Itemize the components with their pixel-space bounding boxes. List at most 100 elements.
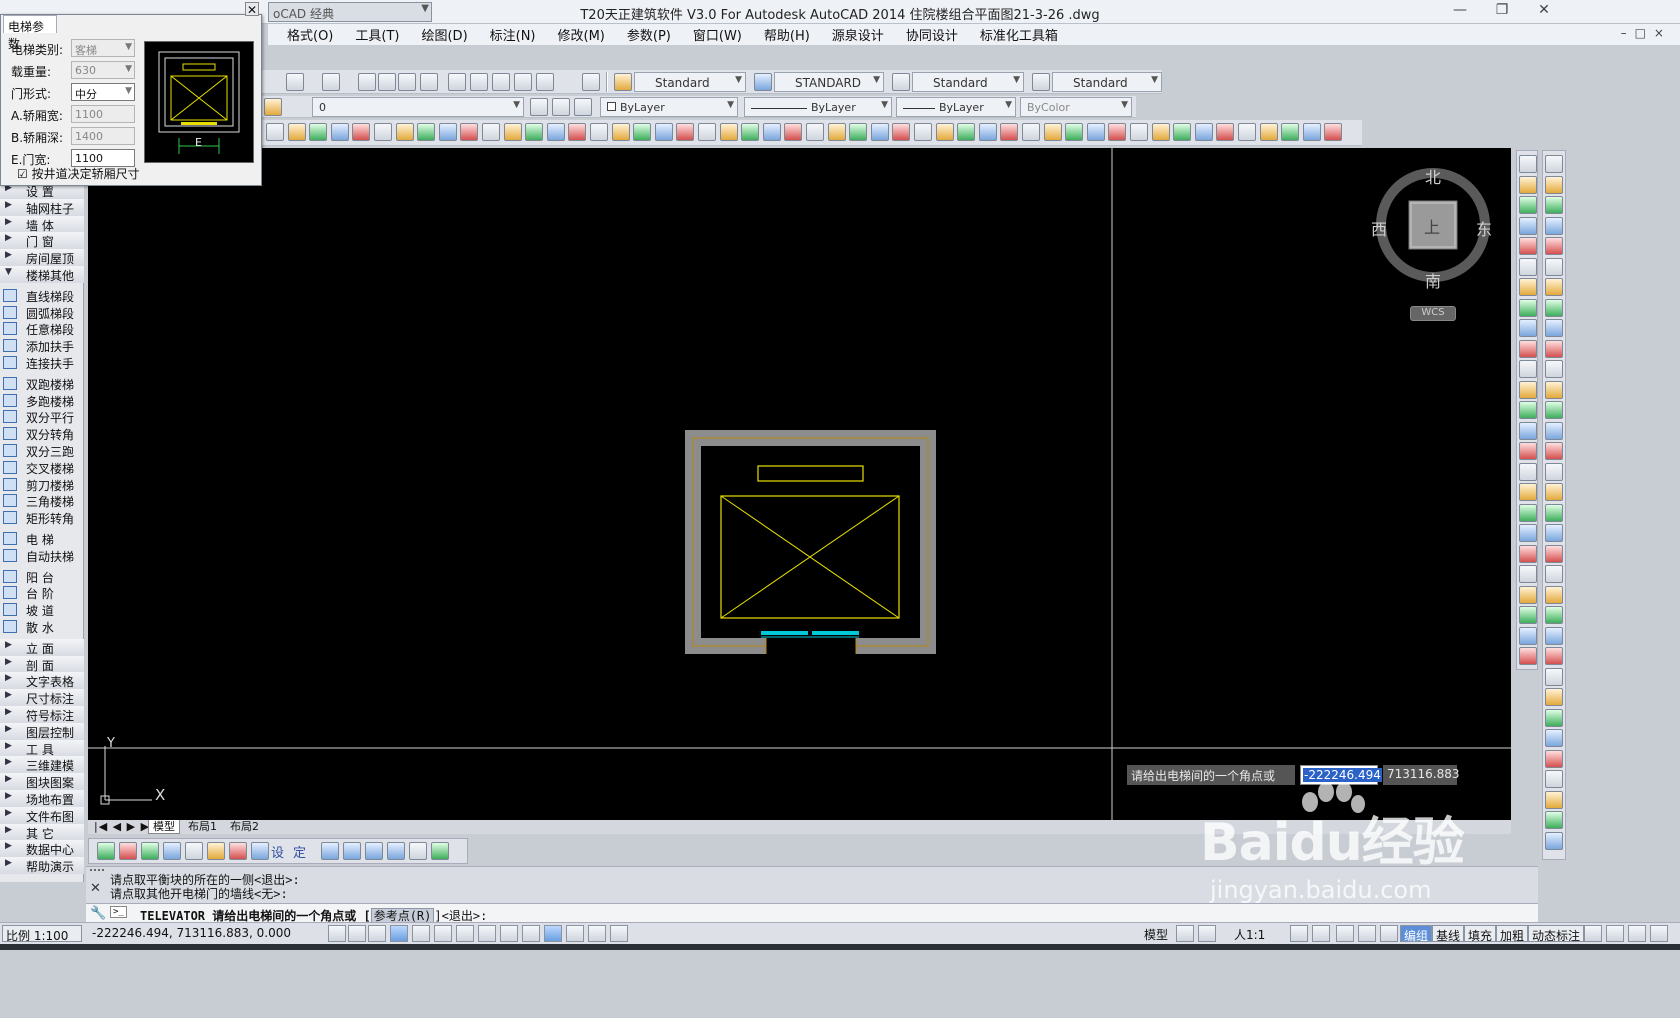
tool-item[interactable]: 圆弧梯段: [0, 304, 84, 321]
quick-properties-toggle[interactable]: [588, 925, 606, 942]
tool-icon[interactable]: [207, 842, 225, 860]
fill-toggle[interactable]: 填充: [1464, 925, 1497, 943]
menu-item[interactable]: 参数(P): [616, 25, 682, 44]
tool-icon[interactable]: [1519, 565, 1537, 583]
plotstyle-select[interactable]: ByColor ▼: [1020, 97, 1132, 117]
tool-icon[interactable]: [1545, 278, 1563, 296]
tool-icon[interactable]: [1545, 729, 1563, 747]
minimize-button[interactable]: —: [1440, 2, 1480, 22]
lightbulb-icon[interactable]: [1628, 925, 1646, 942]
tool-icon[interactable]: [1545, 626, 1563, 645]
tool-icon[interactable]: [1545, 811, 1563, 829]
tool-icon[interactable]: [395, 123, 414, 141]
menu-group[interactable]: ▶ 场地布置: [0, 790, 84, 807]
tool-icon[interactable]: [1130, 123, 1148, 141]
tool-icon[interactable]: [827, 123, 846, 141]
tool-icon[interactable]: [1519, 421, 1537, 440]
tool-icon[interactable]: [1302, 123, 1321, 141]
menu-group[interactable]: ▶ 门 窗: [0, 232, 84, 250]
properties-icon[interactable]: [448, 73, 466, 91]
undo-icon[interactable]: [286, 73, 304, 91]
tab-layout1[interactable]: 布局1: [184, 820, 221, 834]
tool-item[interactable]: 电 梯: [0, 530, 84, 547]
lineweight-toggle[interactable]: [544, 925, 562, 942]
redo-icon[interactable]: [322, 73, 340, 91]
layer-previous-icon[interactable]: [552, 98, 570, 116]
tool-item[interactable]: 双分三跑: [0, 442, 84, 459]
make-current-icon[interactable]: [530, 98, 548, 116]
tool-icon[interactable]: [1519, 462, 1537, 481]
tool-icon[interactable]: [1519, 626, 1537, 645]
group-toggle[interactable]: 编组: [1400, 925, 1433, 943]
tool-icon[interactable]: [1584, 925, 1602, 942]
tool-icon[interactable]: [1545, 237, 1563, 255]
tool-item[interactable]: 双分平行: [0, 408, 84, 425]
annotation-visibility-icon[interactable]: [1290, 925, 1308, 942]
tool-icon[interactable]: [1545, 790, 1563, 809]
tool-icon[interactable]: [1519, 237, 1537, 255]
tool-item[interactable]: 双跑楼梯: [0, 375, 84, 392]
tool-icon[interactable]: [1545, 380, 1563, 399]
fullscreen-icon[interactable]: [1650, 925, 1668, 942]
ortho-toggle[interactable]: [390, 925, 408, 942]
menu-item[interactable]: 修改(M): [547, 25, 616, 44]
mleader-style-icon[interactable]: [1032, 73, 1050, 91]
snap-toggle[interactable]: [348, 925, 366, 942]
tool-icon[interactable]: [309, 123, 328, 141]
checkbox-icon[interactable]: ☑: [17, 167, 28, 181]
tool-icon[interactable]: [935, 123, 954, 141]
pan-icon[interactable]: [358, 73, 376, 91]
tab-model[interactable]: 模型: [148, 820, 180, 834]
bold-toggle[interactable]: 加粗: [1496, 925, 1529, 943]
tool-icon[interactable]: [1519, 298, 1537, 317]
menu-group[interactable]: ▶ 符号标注: [0, 706, 84, 723]
dim-style-select[interactable]: STANDARD ▼: [774, 72, 884, 92]
tool-icon[interactable]: [1519, 401, 1537, 419]
tool-icon[interactable]: [1519, 647, 1537, 665]
field-input[interactable]: 1400: [71, 127, 135, 145]
tab-layout2[interactable]: 布局2: [226, 820, 263, 834]
menu-item[interactable]: 协同设计: [895, 25, 969, 44]
infer-constraints-toggle[interactable]: [328, 925, 346, 942]
scale-select[interactable]: 比例 1:100: [2, 925, 82, 943]
menu-item[interactable]: 格式(O): [276, 25, 344, 44]
delete-icon[interactable]: [119, 842, 137, 860]
mdi-window-controls[interactable]: –□×: [1621, 26, 1672, 40]
baseline-toggle[interactable]: 基线: [1432, 925, 1465, 943]
zoom-realtime-icon[interactable]: [378, 73, 396, 91]
tool-icon[interactable]: [719, 123, 738, 141]
tool-item[interactable]: 多跑楼梯: [0, 392, 84, 409]
tool-palette-icon[interactable]: [492, 73, 510, 91]
compass-west[interactable]: 西: [1371, 216, 1387, 240]
tool-item[interactable]: 散 水: [0, 618, 84, 635]
tool-item[interactable]: 交叉楼梯: [0, 459, 84, 476]
restore-button[interactable]: ❐: [1482, 2, 1522, 22]
tool-icon[interactable]: [1519, 175, 1537, 194]
tool-icon[interactable]: [1065, 123, 1084, 141]
command-grip[interactable]: [90, 869, 104, 877]
elevator-shaft[interactable]: [685, 430, 936, 656]
gear-icon[interactable]: [1336, 925, 1354, 942]
tool-item[interactable]: 阳 台: [0, 568, 84, 585]
tool-icon[interactable]: [330, 123, 349, 141]
menu-group[interactable]: ▶ 墙 体: [0, 215, 84, 233]
tool-icon[interactable]: [1545, 175, 1563, 194]
tool-icon[interactable]: [870, 123, 889, 141]
tool-item[interactable]: 坡 道: [0, 601, 84, 618]
menu-group[interactable]: ▶ 尺寸标注: [0, 689, 84, 707]
tool-icon[interactable]: [460, 123, 479, 141]
tool-icon[interactable]: [611, 123, 630, 141]
tool-icon[interactable]: [1606, 925, 1624, 942]
menu-item[interactable]: 标准化工具箱: [969, 25, 1069, 44]
tool-icon[interactable]: [343, 842, 361, 860]
eye-icon[interactable]: [387, 842, 405, 860]
tool-icon[interactable]: [784, 123, 803, 141]
menu-item[interactable]: 标注(N): [479, 25, 547, 44]
sheet-set-icon[interactable]: [514, 73, 532, 91]
tool-item[interactable]: 自动扶梯: [0, 547, 84, 564]
tool-icon[interactable]: [1519, 360, 1537, 378]
viewcube-face-top[interactable]: 上: [1424, 214, 1440, 238]
define-button[interactable]: 定: [293, 842, 311, 861]
building-icon[interactable]: [321, 842, 339, 860]
field-input[interactable]: 客梯 ▼: [71, 39, 135, 57]
